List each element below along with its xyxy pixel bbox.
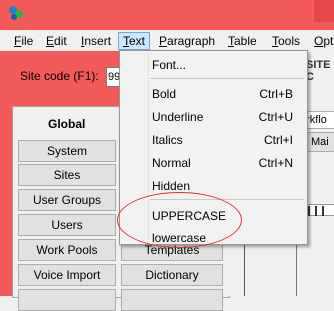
users-button[interactable]: Users — [18, 214, 116, 236]
menu-paragraph[interactable]: Paragraph — [155, 33, 219, 49]
sites-button[interactable]: Sites — [18, 164, 116, 186]
main-button[interactable]: Mai — [306, 132, 334, 152]
work-pools-button[interactable]: Work Pools — [18, 239, 116, 261]
global-heading: Global — [48, 117, 86, 131]
menu-table[interactable]: Table — [224, 33, 261, 49]
menu-separator — [150, 78, 304, 79]
site-code-heading: SITE C — [306, 59, 331, 83]
shortcut-normal: Ctrl+N — [258, 156, 293, 170]
annotation-ellipse — [117, 192, 242, 248]
dictionary-button[interactable]: Dictionary — [121, 264, 223, 286]
app-logo-icon — [9, 6, 23, 20]
menu-item-italics[interactable]: Italics — [152, 131, 183, 149]
global-button-more[interactable] — [18, 289, 116, 311]
title-bar — [0, 0, 334, 30]
menu-insert[interactable]: Insert — [77, 33, 115, 49]
shortcut-bold: Ctrl+B — [259, 87, 293, 101]
menu-item-normal[interactable]: Normal — [152, 154, 191, 172]
shortcut-italics: Ctrl+I — [263, 133, 293, 147]
menu-item-font[interactable]: Font... — [152, 56, 186, 74]
voice-import-button[interactable]: Voice Import — [18, 264, 116, 286]
user-groups-button[interactable]: User Groups — [18, 189, 116, 211]
window-control-button[interactable] — [314, 0, 334, 22]
menu-tools[interactable]: Tools — [268, 33, 304, 49]
menu-item-bold[interactable]: Bold — [152, 85, 176, 103]
menu-options[interactable]: Opt — [310, 33, 334, 49]
global-button-more-right[interactable] — [121, 289, 223, 311]
system-button[interactable]: System — [18, 140, 116, 162]
menu-text[interactable]: Text — [118, 32, 151, 50]
shortcut-underline: Ctrl+U — [258, 110, 293, 124]
site-code-label: Site code (F1): — [20, 69, 99, 83]
menu-item-underline[interactable]: Underline — [152, 108, 203, 126]
menu-file[interactable]: File — [10, 33, 37, 49]
menu-edit[interactable]: Edit — [42, 33, 71, 49]
